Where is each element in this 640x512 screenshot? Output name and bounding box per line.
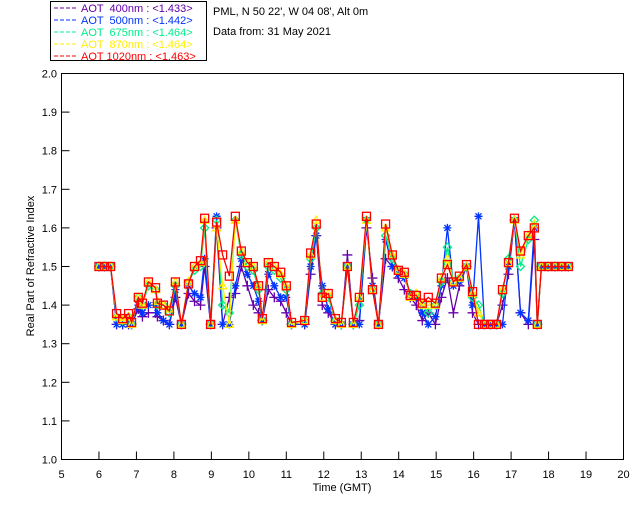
data-point: [448, 307, 459, 318]
data-point: [516, 308, 525, 317]
y-axis-label: Real Part of Refractive Index: [25, 195, 37, 336]
data-point: [231, 281, 240, 290]
x-tick-label: 8: [171, 469, 177, 481]
site-label: PML, N 50 22', W 04 08', Alt 0m: [213, 6, 368, 18]
refractive-index-chart: AOT 400nm : <1.433>AOT 500nm : <1.442>AO…: [25, 1, 630, 494]
legend-entry: AOT 1020nm : <1.463>: [81, 51, 196, 63]
legend: AOT 400nm : <1.433>AOT 500nm : <1.442>AO…: [50, 1, 207, 63]
data-point: [196, 293, 205, 302]
y-tick-label: 1.2: [42, 377, 57, 389]
y-tick-label: 1.3: [42, 339, 57, 351]
x-tick-label: 16: [468, 469, 480, 481]
data-point: [474, 212, 483, 221]
x-tick-label: 18: [542, 469, 554, 481]
data-point: [165, 320, 174, 329]
x-tick-label: 10: [243, 469, 255, 481]
data-point: [282, 293, 291, 302]
y-tick-label: 1.5: [42, 262, 57, 274]
data-point: [254, 297, 263, 306]
series-layer: [93, 211, 574, 330]
y-tick-label: 1.4: [42, 300, 57, 312]
data-point: [153, 308, 162, 317]
y-tick-label: 1.6: [42, 223, 57, 235]
x-tick-label: 6: [96, 469, 102, 481]
legend-entry: AOT 400nm : <1.433>: [81, 3, 193, 15]
x-tick-label: 7: [133, 469, 139, 481]
x-tick-label: 11: [281, 469, 292, 481]
y-tick-label: 1.8: [42, 146, 57, 158]
series-line: [99, 216, 569, 326]
data-point: [524, 316, 533, 325]
date-label: Data from: 31 May 2021: [213, 26, 331, 38]
legend-entry: AOT 675nm : <1.464>: [81, 27, 193, 39]
x-tick-label: 15: [430, 469, 442, 481]
data-point: [443, 223, 452, 232]
y-tick-label: 1.1: [42, 416, 57, 428]
x-tick-label: 19: [580, 469, 592, 481]
data-point: [424, 320, 433, 329]
x-tick-label: 12: [318, 469, 330, 481]
data-point: [342, 249, 353, 260]
x-tick-label: 9: [208, 469, 214, 481]
x-tick-label: 17: [505, 469, 517, 481]
y-tick-label: 1.0: [42, 455, 57, 467]
y-tick-label: 1.7: [42, 184, 57, 196]
data-point: [431, 312, 440, 321]
legend-entry: AOT 500nm : <1.442>: [81, 15, 193, 27]
data-point: [138, 308, 147, 317]
data-point: [190, 289, 199, 298]
y-tick-label: 1.9: [42, 107, 57, 119]
y-tick-label: 2.0: [42, 69, 57, 81]
x-tick-label: 20: [617, 469, 629, 481]
x-tick-label: 14: [393, 469, 405, 481]
x-axis-label: Time (GMT): [313, 482, 372, 494]
data-point: [270, 281, 279, 290]
x-tick-label: 5: [58, 469, 64, 481]
x-tick-label: 13: [355, 469, 367, 481]
data-point: [159, 316, 168, 325]
legend-entry: AOT 870nm : <1.464>: [81, 39, 193, 51]
